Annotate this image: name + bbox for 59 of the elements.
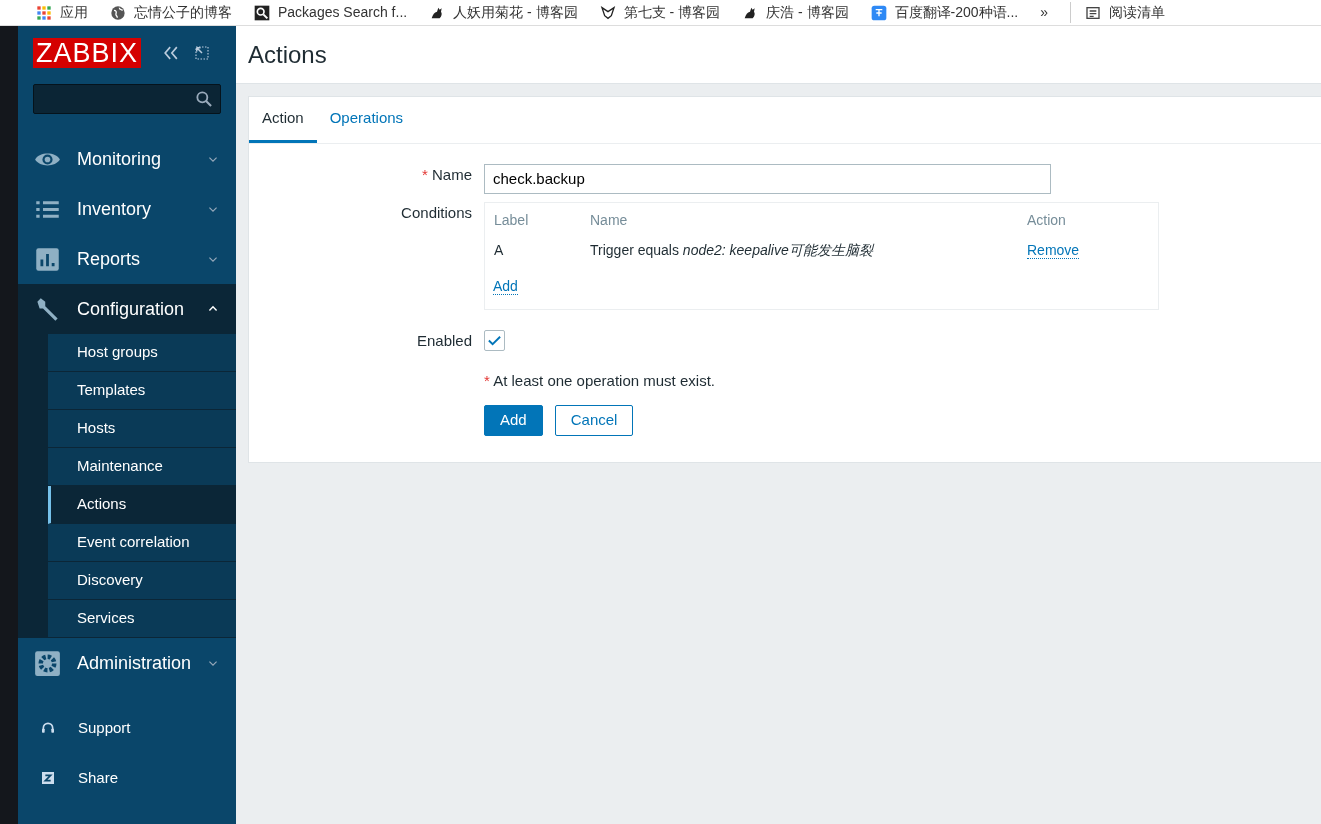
letter-z-icon <box>40 770 56 786</box>
tab[interactable]: Action <box>249 97 317 143</box>
submenu-item[interactable]: Discovery <box>48 562 236 600</box>
submenu-item[interactable]: Host groups <box>48 334 236 372</box>
bookmark-link[interactable]: 人妖用菊花 - 博客园 <box>429 2 578 23</box>
menu-item[interactable]: Reports <box>18 234 236 284</box>
search-field[interactable] <box>33 84 221 114</box>
submenu-item[interactable]: Templates <box>48 372 236 410</box>
globe-icon <box>110 4 126 21</box>
column-header: Label <box>494 211 529 228</box>
translate-icon <box>870 4 887 21</box>
apps-grid-icon <box>36 4 52 21</box>
search-icon <box>194 89 214 109</box>
search-icon <box>254 4 270 21</box>
remove-link[interactable]: Remove <box>1027 241 1080 259</box>
page-title: Actions <box>236 26 1321 84</box>
condition-label: A <box>494 241 504 258</box>
sidebar-link[interactable]: Support <box>18 703 236 753</box>
field-label: Conditions <box>401 203 472 221</box>
submenu-item[interactable]: Services <box>48 600 236 638</box>
chevron-down-icon <box>208 658 218 668</box>
menu-item[interactable]: Administration <box>18 638 236 688</box>
bookmark-link[interactable]: 百度翻译-200种语... <box>870 2 1019 23</box>
zabbix-logo[interactable]: ZABBIX <box>33 38 142 68</box>
chevron-down-icon <box>208 254 218 264</box>
enabled-checkbox[interactable] <box>484 330 505 352</box>
column-header: Action <box>1027 211 1066 228</box>
chevron-down-icon <box>208 154 218 164</box>
sidebar-link[interactable]: Share <box>18 753 236 803</box>
add-condition-link[interactable]: Add <box>493 277 518 295</box>
submenu-item[interactable]: Event correlation <box>48 524 236 562</box>
bookmark-link[interactable]: Packages Search f... <box>254 2 408 23</box>
fullscreen-icon[interactable] <box>193 44 212 62</box>
reading-list-link[interactable]: 阅读清单 <box>1070 2 1166 23</box>
submenu-item[interactable]: Maintenance <box>48 448 236 486</box>
cancel-button[interactable]: Cancel <box>554 404 634 436</box>
gear-icon <box>34 649 61 677</box>
chevron-down-icon <box>208 204 218 214</box>
reading-list-icon <box>1085 4 1102 21</box>
condition-name: Trigger equals node2: keepalive可能发生脑裂 <box>590 241 873 258</box>
menu-item[interactable]: Configuration <box>18 284 236 334</box>
field-label: Enabled <box>416 331 472 349</box>
menu-item[interactable]: Monitoring <box>18 134 236 184</box>
validation-message: * At least one operation must exist. <box>484 371 715 391</box>
add-button[interactable]: Add <box>484 404 543 436</box>
bird-icon <box>599 4 616 21</box>
bookmark-link[interactable]: 忘情公子的博客 <box>110 2 232 23</box>
menu-item[interactable]: Inventory <box>18 184 236 234</box>
bookmark-link[interactable]: 应用 <box>36 2 88 23</box>
bar-chart-icon <box>34 245 61 273</box>
name-field[interactable]: check.backup <box>484 163 1051 194</box>
bookmark-link[interactable]: 庆浩 - 博客园 <box>742 2 849 23</box>
bookmark-link[interactable]: 第七支 - 博客园 <box>599 2 721 23</box>
submenu-item[interactable]: Hosts <box>48 410 236 448</box>
more-bookmarks-button[interactable]: » <box>1040 2 1049 23</box>
headset-icon <box>40 720 56 736</box>
tab[interactable]: Operations <box>316 97 417 143</box>
field-label: * Name <box>421 165 472 183</box>
column-header: Name <box>590 211 628 228</box>
